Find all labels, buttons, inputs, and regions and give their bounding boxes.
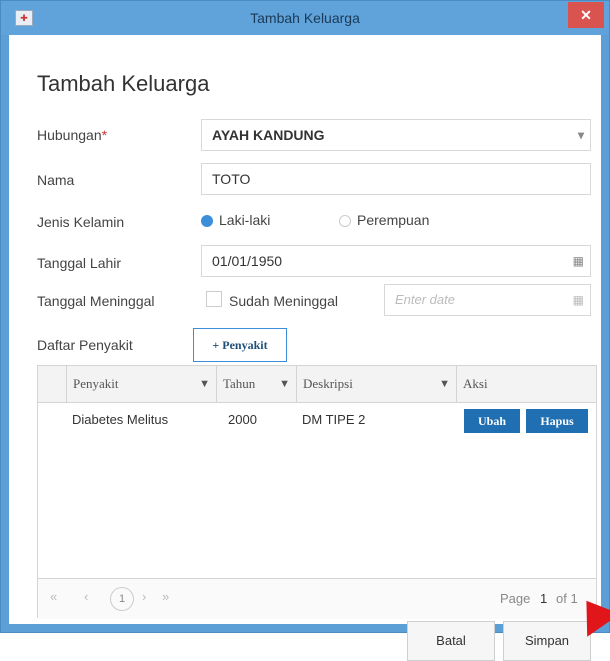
grid-header: Penyakit ▼ Tahun ▼ Deskripsi ▼ Aksi	[38, 366, 596, 403]
cell-penyakit: Diabetes Melitus	[72, 412, 169, 427]
dialog-body: Tambah Keluarga Hubungan* AYAH KANDUNG ▾…	[9, 35, 601, 661]
filter-icon[interactable]: ▼	[279, 366, 290, 402]
jenis-kelamin-label: Jenis Kelamin	[37, 214, 125, 230]
filter-icon[interactable]: ▼	[439, 366, 450, 402]
required-mark: *	[101, 127, 108, 143]
nama-value: TOTO	[212, 171, 251, 187]
ubah-button[interactable]: Ubah	[464, 409, 520, 433]
cell-deskripsi: DM TIPE 2	[302, 412, 366, 427]
penyakit-grid: Penyakit ▼ Tahun ▼ Deskripsi ▼ Aksi Diab…	[37, 365, 597, 619]
column-header-deskripsi[interactable]: Deskripsi ▼	[296, 366, 456, 402]
page-total: of 1	[556, 591, 578, 606]
cancel-button[interactable]: Batal	[407, 621, 495, 661]
radio-laki-laki-label: Laki-laki	[219, 212, 271, 228]
prev-page-icon[interactable]: ‹	[84, 589, 88, 604]
column-header-label: Tahun	[223, 376, 256, 391]
page-number: 1	[540, 591, 548, 606]
daftar-penyakit-label: Daftar Penyakit	[37, 337, 133, 353]
close-button[interactable]: ✕	[568, 2, 604, 28]
window-title: Tambah Keluarga	[250, 10, 360, 26]
calendar-icon[interactable]: ▦	[573, 285, 584, 315]
form-heading: Tambah Keluarga	[37, 71, 210, 96]
tanggal-lahir-value: 01/01/1950	[212, 253, 283, 269]
tanggal-meninggal-input[interactable]: Enter date ▦	[384, 284, 591, 316]
calendar-icon[interactable]: ▦	[573, 246, 584, 276]
sudah-meninggal-checkbox[interactable]	[206, 291, 222, 307]
nama-input[interactable]: TOTO	[201, 163, 591, 195]
next-page-icon[interactable]: ›	[142, 589, 146, 604]
cell-tahun: 2000	[228, 412, 257, 427]
column-header-aksi: Aksi	[456, 366, 596, 402]
last-page-icon[interactable]: »	[162, 589, 169, 604]
tanggal-meninggal-placeholder: Enter date	[395, 292, 455, 307]
save-button[interactable]: Simpan	[503, 621, 591, 661]
nama-label: Nama	[37, 172, 75, 188]
column-header-label: Deskripsi	[303, 376, 353, 391]
radio-laki-laki[interactable]: Laki-laki	[201, 212, 270, 228]
tanggal-meninggal-label: Tanggal Meninggal	[37, 293, 155, 309]
title-bar[interactable]: ✚ Tambah Keluarga ✕	[1, 1, 609, 35]
column-header-label: Penyakit	[73, 376, 119, 391]
hubungan-value: AYAH KANDUNG	[212, 127, 325, 143]
grid-pager: « ‹ 1 › » Page 1 of 1	[38, 578, 596, 619]
current-page-button[interactable]: 1	[110, 587, 134, 611]
tanggal-lahir-input[interactable]: 01/01/1950 ▦	[201, 245, 591, 277]
sudah-meninggal-label: Sudah Meninggal	[229, 293, 338, 309]
table-row[interactable]: Diabetes Melitus 2000 DM TIPE 2 Ubah Hap…	[38, 403, 596, 439]
first-page-icon[interactable]: «	[50, 589, 57, 604]
tanggal-lahir-label: Tanggal Lahir	[37, 255, 122, 271]
radio-perempuan-label: Perempuan	[357, 212, 430, 228]
dropdown-arrow-icon[interactable]: ▾	[578, 120, 584, 150]
radio-perempuan[interactable]: Perempuan	[339, 212, 429, 228]
hapus-button[interactable]: Hapus	[526, 409, 588, 433]
hubungan-select[interactable]: AYAH KANDUNG ▾	[201, 119, 591, 151]
add-penyakit-button[interactable]: + Penyakit	[193, 328, 287, 362]
radio-selected-icon	[201, 215, 213, 228]
dialog-window: ✚ Tambah Keluarga ✕ Tambah Keluarga Hubu…	[0, 0, 610, 661]
column-header-label: Aksi	[463, 376, 488, 391]
hubungan-label-text: Hubungan	[37, 127, 102, 143]
radio-unselected-icon	[339, 215, 351, 228]
column-header-penyakit[interactable]: Penyakit ▼	[66, 366, 216, 402]
page-label: Page	[500, 591, 531, 606]
filter-icon[interactable]: ▼	[199, 366, 210, 402]
hubungan-label: Hubungan*	[37, 127, 107, 143]
column-header-tahun[interactable]: Tahun ▼	[216, 366, 296, 402]
